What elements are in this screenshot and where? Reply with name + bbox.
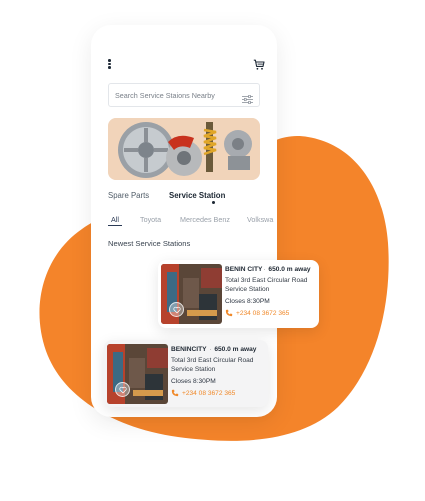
station-distance: 650.0 m away xyxy=(268,266,311,273)
station-city: BENINCITY xyxy=(171,346,207,353)
sliders-icon[interactable] xyxy=(242,91,253,104)
station-photo xyxy=(161,264,222,324)
separator: · xyxy=(209,346,212,353)
auto-parts-banner xyxy=(108,118,260,180)
station-hours: Closes 8:30PM xyxy=(225,298,270,306)
station-phone-link[interactable]: +234 08 3672 365 xyxy=(225,309,317,317)
station-photo xyxy=(107,344,168,404)
search-bar xyxy=(108,83,260,107)
station-card[interactable]: BENINCITY · 650.0 m away Total 3rd East … xyxy=(104,340,268,407)
station-name: Total 3rd East Circular Road Service Sta… xyxy=(225,277,308,294)
cart-icon[interactable] xyxy=(253,58,265,70)
station-info: BENINCITY · 650.0 m away Total 3rd East … xyxy=(171,346,263,397)
brand-tab-underline xyxy=(108,225,122,227)
separator: · xyxy=(263,266,266,273)
phone-icon xyxy=(225,310,233,317)
station-card[interactable]: BENIN CITY· 650.0 m away Total 3rd East … xyxy=(158,260,319,328)
brand-tab-toyota[interactable]: Toyota xyxy=(140,215,161,224)
brand-tab-all[interactable]: All xyxy=(111,215,119,224)
search-input[interactable] xyxy=(115,90,242,100)
brand-filter-tabs: All Toyota Mercedes Benz Volkswa xyxy=(108,215,277,229)
station-header: BENIN CITY· 650.0 m away xyxy=(225,266,317,273)
tab-service-station[interactable]: Service Station xyxy=(169,191,225,200)
station-phone: +234 08 3672 365 xyxy=(182,389,236,397)
heart-icon[interactable] xyxy=(115,382,130,397)
brand-tab-mercedes-benz[interactable]: Mercedes Benz xyxy=(180,215,230,224)
tab-spare-parts[interactable]: Spare Parts xyxy=(108,191,149,200)
phone-icon xyxy=(171,390,179,397)
station-phone-link[interactable]: +234 08 3672 365 xyxy=(171,389,263,397)
station-name: Total 3rd East Circular Road Service Sta… xyxy=(171,357,254,374)
brand-tab-volkswagen[interactable]: Volkswa xyxy=(247,215,273,224)
heart-icon[interactable] xyxy=(169,302,184,317)
station-phone: +234 08 3672 365 xyxy=(236,309,290,317)
section-title: Newest Service Stations xyxy=(108,239,191,248)
active-tab-indicator xyxy=(212,201,215,204)
category-tabs: Spare Parts Service Station xyxy=(108,191,268,207)
station-distance: 650.0 m away xyxy=(214,346,257,353)
station-header: BENINCITY · 650.0 m away xyxy=(171,346,263,353)
station-info: BENIN CITY· 650.0 m away Total 3rd East … xyxy=(225,266,317,317)
station-hours: Closes 8:30PM xyxy=(171,378,216,386)
more-vertical-icon[interactable] xyxy=(108,59,112,69)
station-city: BENIN CITY xyxy=(225,266,263,273)
